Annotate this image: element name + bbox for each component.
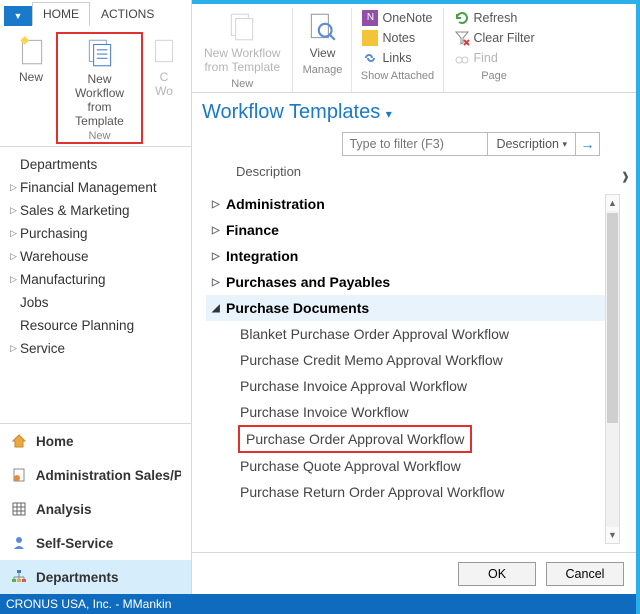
tree-group-finance[interactable]: ▷Finance (206, 217, 606, 243)
ribbon-right: New Workflow from Template New View Mana… (192, 4, 636, 93)
new-sparkle-icon (14, 34, 48, 68)
page-title: Workflow Templates ▾ (192, 93, 636, 128)
scroll-up-icon[interactable]: ▲ (606, 195, 619, 211)
nav-purchasing[interactable]: ▷Purchasing (0, 222, 191, 245)
tree-group-administration[interactable]: ▷Administration (206, 191, 606, 217)
highlight-new-workflow: New Workflow from Template New (56, 32, 143, 144)
nav-jobs[interactable]: Jobs (0, 291, 191, 314)
ribbon-group-new: New (58, 130, 141, 142)
department-tree: Departments ▷Financial Management ▷Sales… (0, 147, 191, 423)
link-icon (362, 50, 378, 66)
scroll-down-icon[interactable]: ▼ (606, 527, 619, 543)
tree-group-integration[interactable]: ▷Integration (206, 243, 606, 269)
document-stack-icon (225, 10, 259, 44)
status-bar: CRONUS USA, Inc. - MMankin (0, 594, 636, 614)
nav-service[interactable]: ▷Service (0, 337, 191, 360)
refresh-icon (454, 10, 470, 26)
navigation-pane: ▼ HOME ACTIONS New New Workflow from Tem… (0, 0, 192, 594)
nav-manufacturing[interactable]: ▷Manufacturing (0, 268, 191, 291)
tree-item[interactable]: Purchase Quote Approval Workflow (206, 453, 606, 479)
nav-financial-management[interactable]: ▷Financial Management (0, 176, 191, 199)
nav-departments-bottom[interactable]: Departments (0, 560, 191, 594)
gear-doc-icon (10, 466, 28, 484)
ribbon-group-page: Refresh Clear Filter Find Page (444, 8, 545, 92)
filter-input[interactable] (342, 132, 488, 156)
vertical-scrollbar[interactable]: ▲ ▼ (605, 194, 620, 544)
tab-actions[interactable]: ACTIONS (90, 2, 165, 26)
ribbon-left: New New Workflow from Template New C Wo (0, 26, 191, 147)
view-button[interactable]: View (299, 8, 345, 62)
magnifier-page-icon (305, 10, 339, 44)
app-menu-dropdown[interactable]: ▼ (4, 6, 32, 26)
tree-item-highlighted[interactable]: Purchase Order Approval Workflow (238, 425, 472, 453)
ok-button[interactable]: OK (458, 562, 536, 586)
content-pane: New Workflow from Template New View Mana… (192, 0, 636, 594)
nav-bottom: Home Administration Sales/P Analysis Sel… (0, 423, 191, 594)
tab-strip: ▼ HOME ACTIONS (0, 0, 191, 26)
tree-group-purchases-payables[interactable]: ▷Purchases and Payables (206, 269, 606, 295)
nav-resource-planning[interactable]: Resource Planning (0, 314, 191, 337)
filter-mode-dropdown[interactable]: Description ▾ (488, 132, 576, 156)
document-stack-icon (83, 36, 117, 70)
nwt-label-1: New Workflow (66, 72, 133, 100)
tree-item[interactable]: Purchase Invoice Workflow (206, 399, 606, 425)
scroll-thumb[interactable] (607, 213, 618, 423)
notes-button[interactable]: Notes (358, 28, 419, 48)
ribbon-group-manage: View Manage (293, 8, 352, 92)
notes-icon (362, 30, 378, 46)
grid-icon (10, 500, 28, 518)
new-workflow-from-template-button[interactable]: New Workflow from Template (58, 34, 141, 130)
nav-departments[interactable]: Departments (0, 153, 191, 176)
nwt-label-2: from Template (66, 100, 133, 128)
truncated-ribbon-item: C Wo (143, 32, 187, 144)
nav-home[interactable]: Home (0, 424, 191, 458)
tree-group-purchase-documents[interactable]: ◢Purchase Documents (206, 295, 606, 321)
nav-admin-sales[interactable]: Administration Sales/P (0, 458, 191, 492)
tree-item[interactable]: Purchase Invoice Approval Workflow (206, 373, 606, 399)
find-button: Find (450, 48, 502, 68)
tab-home[interactable]: HOME (32, 2, 90, 26)
nav-warehouse[interactable]: ▷Warehouse (0, 245, 191, 268)
filter-go-button[interactable]: → (576, 132, 600, 156)
links-button[interactable]: Links (358, 48, 415, 68)
onenote-button[interactable]: NOneNote (358, 8, 436, 28)
ribbon-group-show-attached: NOneNote Notes Links Show Attached (352, 8, 443, 92)
new-workflow-from-template-disabled: New Workflow from Template (198, 8, 286, 76)
new-button[interactable]: New (8, 32, 54, 144)
funnel-x-icon (454, 30, 470, 46)
tree-item[interactable]: Blanket Purchase Order Approval Workflow (206, 321, 606, 347)
document-icon (147, 34, 181, 68)
clear-filter-button[interactable]: Clear Filter (450, 28, 539, 48)
person-icon (10, 534, 28, 552)
template-tree: Description ▷Administration ▷Finance ▷In… (192, 164, 636, 594)
nav-analysis[interactable]: Analysis (0, 492, 191, 526)
ribbon-group-new: New Workflow from Template New (192, 8, 293, 92)
refresh-button[interactable]: Refresh (450, 8, 522, 28)
cancel-button[interactable]: Cancel (546, 562, 624, 586)
new-label: New (19, 70, 43, 84)
binoculars-icon (454, 50, 470, 66)
org-chart-icon (10, 568, 28, 586)
home-icon (10, 432, 28, 450)
tree-item[interactable]: Purchase Credit Memo Approval Workflow (206, 347, 606, 373)
onenote-icon: N (362, 10, 378, 26)
nav-sales-marketing[interactable]: ▷Sales & Marketing (0, 199, 191, 222)
dialog-button-bar: OK Cancel (192, 552, 636, 594)
filter-bar: Description ▾ → (192, 128, 636, 164)
tree-item[interactable]: Purchase Return Order Approval Workflow (206, 479, 606, 505)
column-header-description: Description (206, 164, 606, 191)
nav-self-service[interactable]: Self-Service (0, 526, 191, 560)
